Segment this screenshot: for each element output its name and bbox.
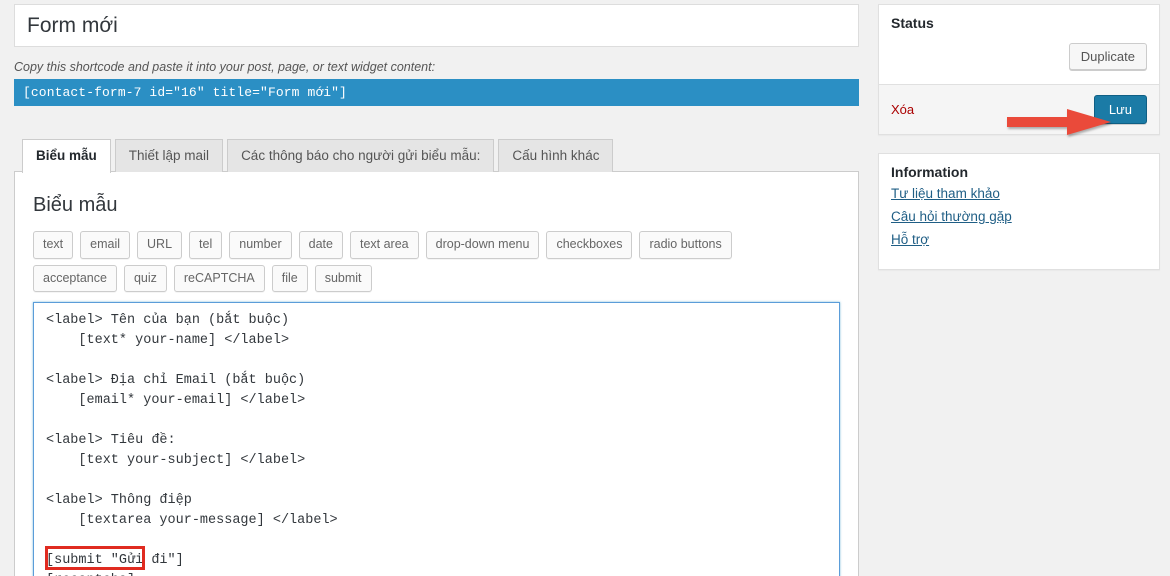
tab-cau-hinh-khac[interactable]: Cấu hình khác: [498, 139, 613, 172]
form-editor-panel: Biểu mẫu text email URL tel number date …: [14, 171, 859, 576]
form-code-textarea[interactable]: <label> Tên của bạn (bắt buộc) [text* yo…: [33, 302, 840, 576]
link-cau-hoi-thuong-gap[interactable]: Câu hỏi thường gặp: [891, 209, 1147, 224]
tag-button-recaptcha[interactable]: reCAPTCHA: [174, 265, 265, 293]
tag-button-quiz[interactable]: quiz: [124, 265, 167, 293]
tag-button-radio-buttons[interactable]: radio buttons: [639, 231, 731, 259]
tag-button-submit[interactable]: submit: [315, 265, 372, 293]
information-box-title: Information: [879, 154, 1159, 184]
link-tu-lieu-tham-khao[interactable]: Tư liệu tham khảo: [891, 186, 1147, 201]
delete-link[interactable]: Xóa: [891, 102, 914, 117]
shortcode-section: Copy this shortcode and paste it into yo…: [14, 60, 859, 106]
duplicate-row: Duplicate: [879, 35, 1159, 84]
tag-button-number[interactable]: number: [229, 231, 291, 259]
information-box: Information Tư liệu tham khảo Câu hỏi th…: [878, 153, 1160, 270]
shortcode-description: Copy this shortcode and paste it into yo…: [14, 60, 859, 74]
tab-thong-bao[interactable]: Các thông báo cho người gửi biểu mẫu:: [227, 139, 494, 172]
tag-button-file[interactable]: file: [272, 265, 308, 293]
tag-button-text-area[interactable]: text area: [350, 231, 419, 259]
red-arrow-annotation: [1007, 108, 1112, 136]
tab-thiet-lap-mail[interactable]: Thiết lập mail: [115, 139, 223, 172]
main-column: Copy this shortcode and paste it into yo…: [14, 4, 859, 576]
form-title-input[interactable]: [25, 13, 848, 39]
tag-generator-row-1: text email URL tel number date text area…: [33, 231, 813, 292]
tag-button-email[interactable]: email: [80, 231, 130, 259]
tag-button-tel[interactable]: tel: [189, 231, 222, 259]
panel-heading: Biểu mẫu: [33, 194, 840, 217]
editor-tabs: Biểu mẫu Thiết lập mail Các thông báo ch…: [14, 138, 859, 172]
tag-button-acceptance[interactable]: acceptance: [33, 265, 117, 293]
sidebar-column: Status Duplicate Xóa Lưu Information Tư …: [878, 4, 1160, 288]
status-box-title: Status: [879, 5, 1159, 35]
tab-bieu-mau[interactable]: Biểu mẫu: [22, 139, 111, 173]
tag-button-date[interactable]: date: [299, 231, 343, 259]
form-code-content: <label> Tên của bạn (bắt buộc) [text* yo…: [46, 311, 829, 576]
tag-button-drop-down-menu[interactable]: drop-down menu: [426, 231, 540, 259]
link-ho-tro[interactable]: Hỗ trợ: [891, 232, 1147, 247]
shortcode-value[interactable]: [contact-form-7 id="16" title="Form mới"…: [14, 79, 859, 106]
information-links: Tư liệu tham khảo Câu hỏi thường gặp Hỗ …: [879, 184, 1159, 269]
tag-button-url[interactable]: URL: [137, 231, 182, 259]
duplicate-button[interactable]: Duplicate: [1069, 43, 1147, 70]
admin-page: Copy this shortcode and paste it into yo…: [0, 0, 1170, 576]
tag-button-checkboxes[interactable]: checkboxes: [546, 231, 632, 259]
tag-button-text[interactable]: text: [33, 231, 73, 259]
form-title-box: [14, 4, 859, 47]
